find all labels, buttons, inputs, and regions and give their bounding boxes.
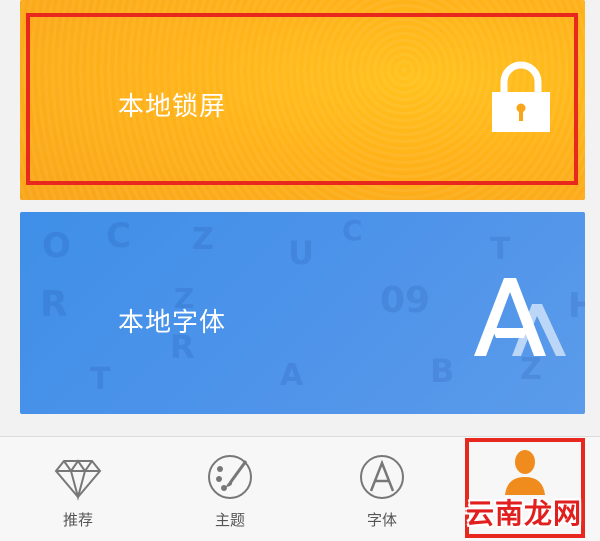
tab-font[interactable]: 字体 bbox=[322, 437, 442, 537]
tab-recommend-label: 推荐 bbox=[62, 511, 93, 529]
local-font-label: 本地字体 bbox=[118, 308, 227, 338]
letter-a-icon bbox=[360, 455, 404, 499]
tab-theme-label: 主题 bbox=[214, 511, 245, 529]
tab-font-label: 字体 bbox=[366, 511, 397, 529]
highlight-frame-lockscreen bbox=[26, 13, 578, 185]
font-aa-icon bbox=[474, 278, 566, 356]
local-font-card[interactable]: O C Z U C T R Z 09 H R A B Z T 本地字体 bbox=[20, 212, 585, 414]
diamond-icon bbox=[54, 459, 102, 501]
tab-theme[interactable]: 主题 bbox=[170, 437, 290, 537]
watermark-text: 云南龙网 bbox=[466, 497, 583, 530]
tab-recommend[interactable]: 推荐 bbox=[18, 437, 138, 537]
palette-icon bbox=[208, 455, 252, 499]
